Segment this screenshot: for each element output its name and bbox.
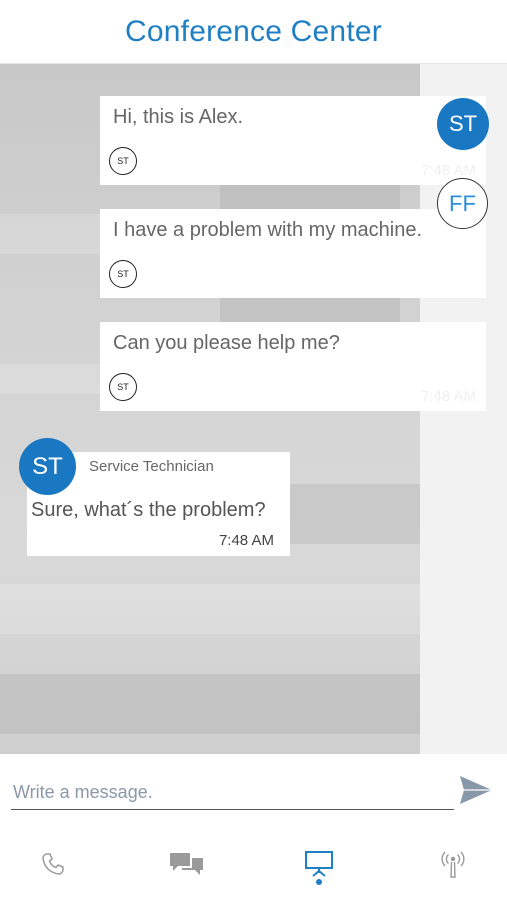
bottom-tab-bar — [0, 826, 507, 900]
sender-avatar-small: ST — [109, 147, 137, 175]
message-outgoing[interactable]: Can you please help me? ST 7:48 AM — [100, 322, 486, 411]
send-button[interactable] — [458, 774, 494, 806]
sender-name: Service Technician — [89, 458, 214, 475]
send-icon — [460, 776, 492, 804]
message-text: Sure, what´s the problem? — [31, 499, 266, 521]
participant-avatar-ff[interactable]: FF — [437, 178, 488, 229]
message-outgoing[interactable]: I have a problem with my machine. ST — [100, 209, 486, 298]
message-input[interactable] — [11, 776, 454, 810]
message-text: Hi, this is Alex. — [113, 106, 244, 128]
chat-icon — [170, 853, 203, 875]
page-title: Conference Center — [125, 14, 382, 48]
tab-chat[interactable] — [166, 844, 206, 884]
message-text: I have a problem with my machine. — [113, 219, 423, 241]
broadcast-icon — [441, 851, 465, 878]
message-outgoing[interactable]: Hi, this is Alex. ST 7:48 AM — [100, 96, 486, 185]
active-tab-indicator — [316, 879, 322, 885]
tab-presentation[interactable] — [299, 844, 339, 884]
tab-broadcast[interactable] — [433, 844, 473, 884]
message-time: 7:48 AM — [420, 388, 476, 405]
sender-avatar-small: ST — [109, 373, 137, 401]
participant-avatar-st[interactable]: ST — [437, 98, 489, 150]
message-composer — [0, 754, 507, 826]
message-text: Can you please help me? — [113, 332, 340, 354]
message-time: 7:48 AM — [218, 532, 274, 549]
phone-icon — [42, 853, 64, 875]
app-header: Conference Center — [0, 0, 507, 64]
tab-phone[interactable] — [33, 844, 73, 884]
sender-avatar-small: ST — [109, 260, 137, 288]
sender-avatar: ST — [19, 438, 76, 495]
chat-area[interactable]: Hi, this is Alex. ST 7:48 AM I have a pr… — [0, 64, 507, 754]
message-time: 7:48 AM — [420, 162, 476, 179]
presentation-icon — [305, 851, 333, 877]
